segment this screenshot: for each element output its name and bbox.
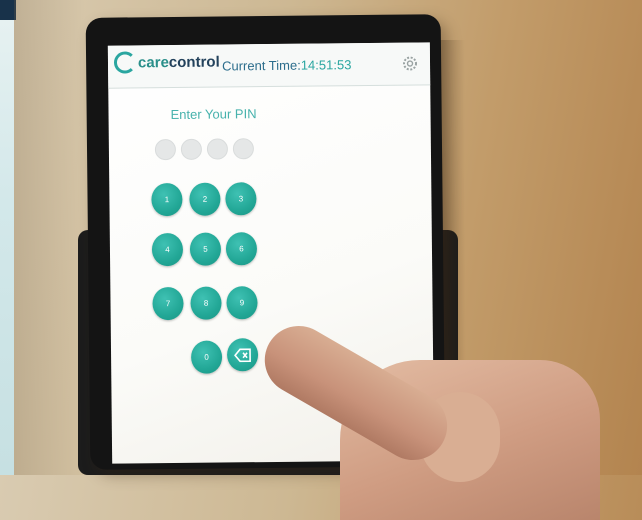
time-value: 14:51:53: [300, 57, 352, 73]
pin-dot: [154, 138, 177, 161]
key-6[interactable]: 6: [225, 232, 258, 266]
time-label: Current Time:: [221, 57, 301, 74]
top-bar: care control Current Time:14:51:53: [107, 42, 431, 89]
logo-care-text: care: [137, 53, 169, 71]
key-0[interactable]: 0: [190, 340, 223, 374]
key-9[interactable]: 9: [226, 286, 258, 320]
current-time: Current Time:14:51:53: [222, 57, 352, 73]
left-panel-strip: [0, 20, 14, 475]
key-4[interactable]: 4: [151, 232, 184, 267]
pin-dot: [232, 138, 255, 160]
logo-ring-icon: [113, 51, 137, 74]
logo-control-text: control: [168, 53, 220, 71]
keypad: 1 2 3 4 5 6 7 8 9 0: [151, 182, 263, 374]
key-7[interactable]: 7: [152, 286, 184, 321]
carecontrol-logo: care control: [113, 51, 220, 74]
key-2[interactable]: 2: [189, 182, 221, 216]
backspace-button[interactable]: [226, 338, 259, 372]
pin-dot: [180, 138, 203, 160]
key-1[interactable]: 1: [151, 182, 183, 217]
backspace-icon: [233, 347, 251, 362]
key-3[interactable]: 3: [225, 182, 257, 216]
gear-icon[interactable]: [402, 55, 418, 71]
pin-indicator: [154, 138, 255, 161]
pin-dot: [206, 138, 229, 160]
key-8[interactable]: 8: [190, 286, 222, 320]
pin-prompt: Enter Your PIN: [170, 106, 257, 123]
wall-shade: [14, 0, 84, 475]
key-5[interactable]: 5: [189, 232, 222, 266]
